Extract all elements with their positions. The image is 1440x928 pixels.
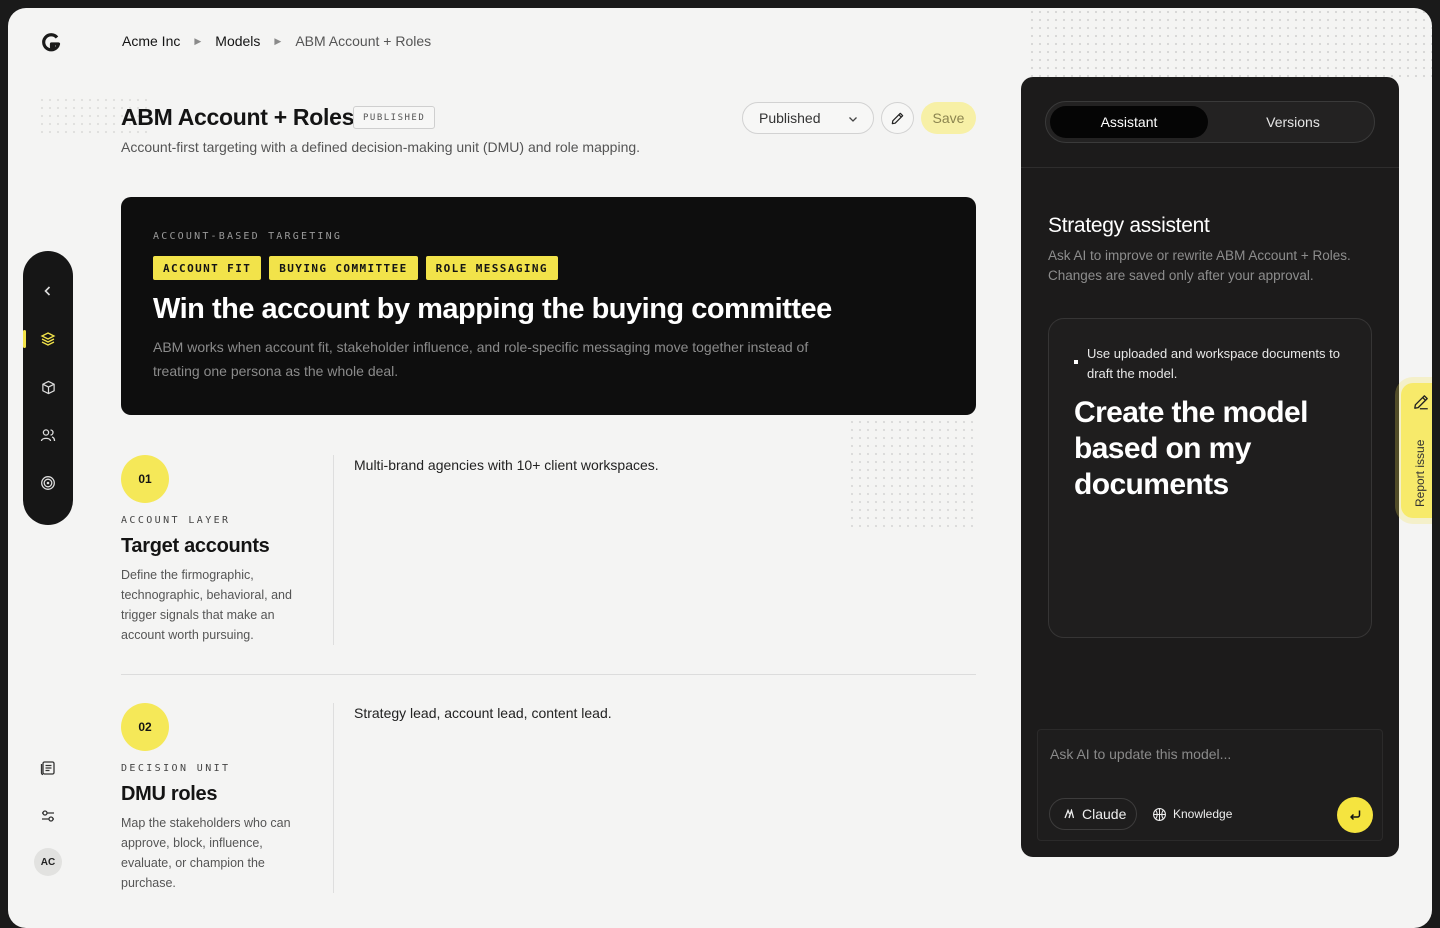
status-badge: PUBLISHED [353, 106, 436, 129]
breadcrumb: Acme Inc ▶ Models ▶ ABM Account + Roles [122, 33, 431, 49]
section-content[interactable]: Multi-brand agencies with 10+ client wor… [354, 457, 659, 473]
panel-divider [1021, 167, 1399, 168]
tag-account-fit: ACCOUNT FIT [153, 256, 262, 280]
target-icon[interactable] [36, 471, 60, 495]
users-icon[interactable] [36, 423, 60, 447]
model-selector-button[interactable]: Claude [1049, 798, 1137, 830]
app-logo[interactable] [40, 32, 62, 54]
breadcrumb-separator-icon: ▶ [274, 35, 282, 46]
enter-icon [1350, 810, 1361, 821]
layers-icon[interactable] [36, 327, 60, 351]
chat-composer: Claude Knowledge [1037, 729, 1383, 841]
section-separator [121, 674, 976, 675]
decorative-dots-top-right [1028, 8, 1432, 78]
section-description: Define the firmographic, technographic, … [121, 568, 292, 642]
section-divider [333, 455, 334, 645]
ask-ai-input[interactable] [1050, 744, 1360, 764]
section-label: DECISION UNIT [121, 763, 231, 774]
chevron-left-icon[interactable] [36, 279, 60, 303]
breadcrumb-separator-icon: ▶ [194, 35, 202, 46]
section-content[interactable]: Strategy lead, account lead, content lea… [354, 705, 612, 721]
cursor-marker [1074, 360, 1078, 364]
section-title: Target accounts [121, 535, 270, 557]
knowledge-icon [1153, 807, 1166, 821]
send-button[interactable] [1337, 797, 1373, 833]
hero-tags: ACCOUNT FIT BUYING COMMITTEE ROLE MESSAG… [153, 256, 558, 280]
breadcrumb-item-org[interactable]: Acme Inc [122, 33, 180, 49]
assistant-panel: Assistant Versions Strategy assistent As… [1021, 77, 1399, 857]
assistant-description: Ask AI to improve or rewrite ABM Account… [1048, 248, 1351, 283]
tab-versions[interactable]: Versions [1214, 106, 1372, 138]
edit-button[interactable] [881, 102, 914, 134]
decorative-dots-mid [848, 418, 978, 528]
section-divider [333, 703, 334, 893]
section-number: 01 [121, 455, 169, 503]
hero-kicker: ACCOUNT-BASED TARGETING [153, 231, 343, 242]
report-issue-tab[interactable]: Report issue [1401, 383, 1432, 518]
box-icon[interactable] [36, 375, 60, 399]
section-number: 02 [121, 703, 169, 751]
report-issue-label: Report issue [1413, 439, 1427, 507]
knowledge-button[interactable]: Knowledge [1152, 798, 1232, 830]
active-indicator [23, 330, 26, 348]
model-selector-label: Claude [1082, 806, 1127, 822]
app-frame: Acme Inc ▶ Models ▶ ABM Account + Roles … [8, 8, 1432, 928]
breadcrumb-item-current: ABM Account + Roles [295, 33, 432, 49]
hero-body: ABM works when account fit, stakeholder … [153, 339, 809, 379]
suggestion-prompt: Create the model based on my documents [1074, 396, 1308, 501]
panel-tabs: Assistant Versions [1045, 101, 1375, 143]
chevron-down-icon [849, 117, 857, 122]
claude-logo-icon [1064, 809, 1074, 819]
status-dropdown[interactable]: Published [742, 102, 874, 134]
sidebar-rail [23, 251, 73, 525]
user-avatar[interactable]: AC [34, 848, 62, 876]
hero-banner: ACCOUNT-BASED TARGETING ACCOUNT FIT BUYI… [121, 197, 976, 415]
hero-headline: Win the account by mapping the buying co… [153, 293, 832, 325]
pencil-icon [891, 112, 904, 124]
page-title: ABM Account + Roles [121, 104, 355, 130]
tag-buying-committee: BUYING COMMITTEE [269, 256, 418, 280]
section-label: ACCOUNT LAYER [121, 515, 231, 526]
suggestion-hint: Use uploaded and workspace documents to … [1087, 346, 1340, 381]
breadcrumb-item-models[interactable]: Models [215, 33, 260, 49]
status-dropdown-value: Published [759, 110, 821, 126]
knowledge-label: Knowledge [1173, 807, 1233, 821]
section-title: DMU roles [121, 783, 218, 805]
document-icon[interactable] [36, 756, 60, 780]
pencil-icon [1414, 395, 1428, 410]
suggestion-card[interactable]: Use uploaded and workspace documents to … [1048, 318, 1372, 638]
page-subtitle: Account-first targeting with a defined d… [121, 139, 641, 155]
sliders-icon[interactable] [36, 804, 60, 828]
assistant-title: Strategy assistent [1048, 214, 1210, 237]
section-description: Map the stakeholders who can approve, bl… [121, 816, 291, 890]
tag-role-messaging: ROLE MESSAGING [425, 256, 558, 280]
tab-assistant[interactable]: Assistant [1050, 106, 1208, 138]
save-button[interactable]: Save [921, 102, 976, 134]
